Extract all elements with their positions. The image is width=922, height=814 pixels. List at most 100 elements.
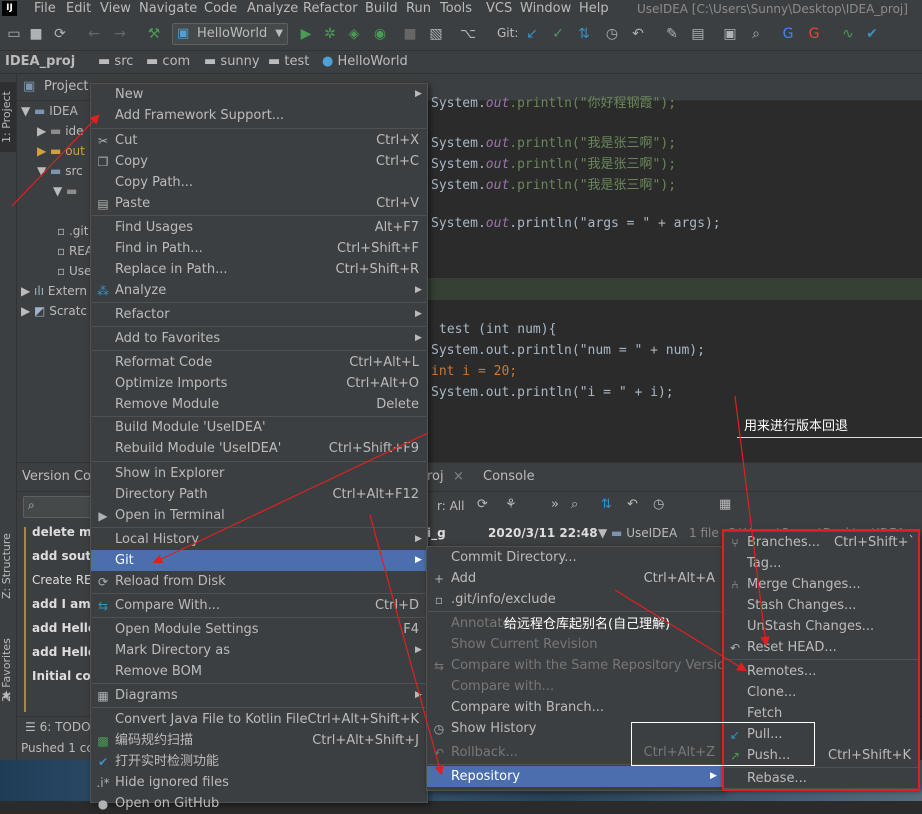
menu-file[interactable]: File	[34, 0, 56, 18]
git-repository[interactable]: Repository ▶	[427, 766, 723, 787]
menu-navigate[interactable]: Navigate	[139, 0, 197, 18]
run-icon[interactable]: ▶	[298, 26, 314, 42]
filter-all[interactable]: r: All	[437, 499, 464, 513]
star-icon[interactable]: ★	[1, 688, 12, 702]
menu-item-remove-bom[interactable]: Remove BOM	[91, 661, 427, 682]
menu-item-copy-path[interactable]: Copy Path...	[91, 172, 427, 193]
menu-item-mark-directory[interactable]: Mark Directory as ▶	[91, 640, 427, 661]
layout-icon[interactable]: ▦	[719, 497, 731, 512]
forward-icon[interactable]: →	[112, 26, 128, 42]
menu-item-git[interactable]: Git ▶	[91, 550, 427, 571]
menu-window[interactable]: Window	[520, 0, 571, 18]
menu-tools[interactable]: Tools	[440, 0, 472, 18]
menu-item-replace-in-path[interactable]: Replace in Path... Ctrl+Shift+R	[91, 259, 427, 280]
menu-item-cut[interactable]: ✂ Cut Ctrl+X	[91, 130, 427, 151]
translate-icon[interactable]: G	[780, 26, 796, 42]
menu-code[interactable]: Code	[204, 0, 237, 18]
menu-item-refactor[interactable]: Refactor ▶	[91, 304, 427, 325]
tree-item[interactable]: ▶ ▬ out	[37, 144, 85, 158]
search-icon[interactable]: ⌕	[748, 26, 764, 42]
git-add[interactable]: + Add Ctrl+Alt+A	[427, 568, 723, 589]
menu-item-realtime-check[interactable]: ✔ 打开实时检测功能	[91, 751, 427, 772]
update-project-icon[interactable]: ↙	[524, 26, 540, 42]
vcs-icon[interactable]: ⌥	[460, 26, 476, 42]
tree-item[interactable]: ▶ ılı Extern	[21, 284, 87, 298]
update-icon[interactable]: ⇅	[601, 497, 612, 512]
menu-item-rebuild-module[interactable]: Rebuild Module 'UseIDEA' Ctrl+Shift+F9	[91, 438, 427, 459]
breadcrumb-test[interactable]: ▬ test	[268, 51, 309, 73]
debug-icon[interactable]: ✲	[322, 26, 338, 42]
list-item[interactable]: add I am	[32, 597, 91, 611]
menu-item-add-framework[interactable]: Add Framework Support...	[91, 105, 427, 126]
menu-item-module-settings[interactable]: Open Module Settings F4	[91, 619, 427, 640]
breadcrumb-project[interactable]: IDEA_proj	[5, 51, 75, 73]
git-compare-with-branch[interactable]: Compare with Branch...	[427, 697, 723, 718]
tree-item[interactable]: ▫ REA	[57, 244, 93, 258]
breadcrumb-com[interactable]: ▬ com	[146, 51, 190, 73]
tree-item[interactable]: ▫ Use	[57, 264, 91, 278]
tab-structure[interactable]: Z: Structure	[0, 526, 16, 606]
menu-item-local-history[interactable]: Local History ▶	[91, 529, 427, 550]
menu-item-analyze[interactable]: ⁂ Analyze ▶	[91, 280, 427, 301]
menu-item-open-on-github[interactable]: ● Open on GitHub	[91, 793, 427, 814]
menu-item-add-to-favorites[interactable]: Add to Favorites ▶	[91, 328, 427, 349]
menu-run[interactable]: Run	[406, 0, 431, 18]
menu-edit[interactable]: Edit	[66, 0, 91, 18]
menu-item-remove-module[interactable]: Remove Module Delete	[91, 394, 427, 415]
git-info-exclude[interactable]: ▫ .git/info/exclude	[427, 589, 723, 610]
history-icon[interactable]: ◷	[653, 497, 664, 512]
menu-item-find-usages[interactable]: Find Usages Alt+F7	[91, 217, 427, 238]
save-icon[interactable]: ■	[28, 26, 44, 42]
statistic-icon[interactable]: ∿	[840, 26, 856, 42]
menu-item-show-in-explorer[interactable]: Show in Explorer	[91, 463, 427, 484]
stop-icon[interactable]: ■	[402, 26, 418, 42]
menu-analyze[interactable]: Analyze	[247, 0, 298, 18]
build-hammer-icon[interactable]: ⚒	[146, 26, 162, 42]
list-item[interactable]: add Hello	[32, 645, 96, 659]
compare-icon[interactable]: ⇅	[576, 26, 592, 42]
search-input[interactable]: ⌕	[23, 496, 93, 518]
tab-console[interactable]: Console	[483, 469, 535, 484]
tab-version-control[interactable]: Version Con	[22, 469, 99, 484]
menu-vcs[interactable]: VCS	[486, 0, 512, 18]
menu-item-compare-with[interactable]: ⇆ Compare With... Ctrl+D	[91, 595, 427, 616]
menu-item-find-in-path[interactable]: Find in Path... Ctrl+Shift+F	[91, 238, 427, 259]
menu-item-paste[interactable]: ▤ Paste Ctrl+V	[91, 193, 427, 214]
close-icon[interactable]: ×	[453, 469, 464, 484]
menu-item-open-in-terminal[interactable]: ▶ Open in Terminal	[91, 505, 427, 526]
menu-view[interactable]: View	[100, 0, 131, 18]
history-icon[interactable]: ◷	[604, 26, 620, 42]
menu-build[interactable]: Build	[365, 0, 398, 18]
tree-item[interactable]: ▫ .git	[57, 224, 88, 238]
tree-item[interactable]: ▼ ▬ src	[37, 164, 83, 178]
revert-icon[interactable]: ↶	[630, 26, 646, 42]
project-structure-icon[interactable]: ▤	[690, 26, 706, 42]
git-commit-directory[interactable]: Commit Directory...	[427, 547, 723, 568]
menu-item-optimize-imports[interactable]: Optimize Imports Ctrl+Alt+O	[91, 373, 427, 394]
tree-item[interactable]: ▼ ▬	[53, 184, 77, 198]
refresh-icon[interactable]: ⟳	[477, 497, 488, 512]
ui-designer-icon[interactable]: ▣	[722, 26, 738, 42]
breadcrumb-src[interactable]: ▬ src	[98, 51, 133, 73]
git-compare-same-repo[interactable]: ⇆ Compare with the Same Repository Versio…	[427, 655, 733, 676]
settings-wrench-icon[interactable]: ✎	[664, 26, 680, 42]
menu-item-new[interactable]: New ▶	[91, 84, 427, 105]
menu-help[interactable]: Help	[579, 0, 609, 18]
attach-icon[interactable]: ▧	[428, 26, 444, 42]
breadcrumb-helloworld[interactable]: ● HelloWorld	[322, 51, 408, 73]
commit-icon[interactable]: ✓	[550, 26, 566, 42]
check-circle-icon[interactable]: ✔	[864, 26, 880, 42]
open-folder-icon[interactable]: ▭	[6, 26, 22, 42]
list-item[interactable]: Create RE	[32, 573, 92, 587]
search-log-icon[interactable]: ⌕	[571, 497, 578, 512]
tab-log-project[interactable]: roj	[427, 469, 444, 484]
back-icon[interactable]: ←	[86, 26, 102, 42]
menu-item-diagrams[interactable]: ▦ Diagrams ▶	[91, 685, 427, 706]
menu-item-convert-to-kotlin[interactable]: Convert Java File to Kotlin File Ctrl+Alt…	[91, 709, 427, 730]
more-icon[interactable]: »	[551, 497, 559, 512]
sync-icon[interactable]: ⟳	[52, 26, 68, 42]
run-configuration-select[interactable]: ▣ HelloWorld ▼	[172, 23, 288, 45]
menu-item-reload-from-disk[interactable]: ⟳ Reload from Disk	[91, 571, 427, 592]
menu-item-directory-path[interactable]: Directory Path Ctrl+Alt+F12	[91, 484, 427, 505]
profile-icon[interactable]: ◉	[372, 26, 388, 42]
